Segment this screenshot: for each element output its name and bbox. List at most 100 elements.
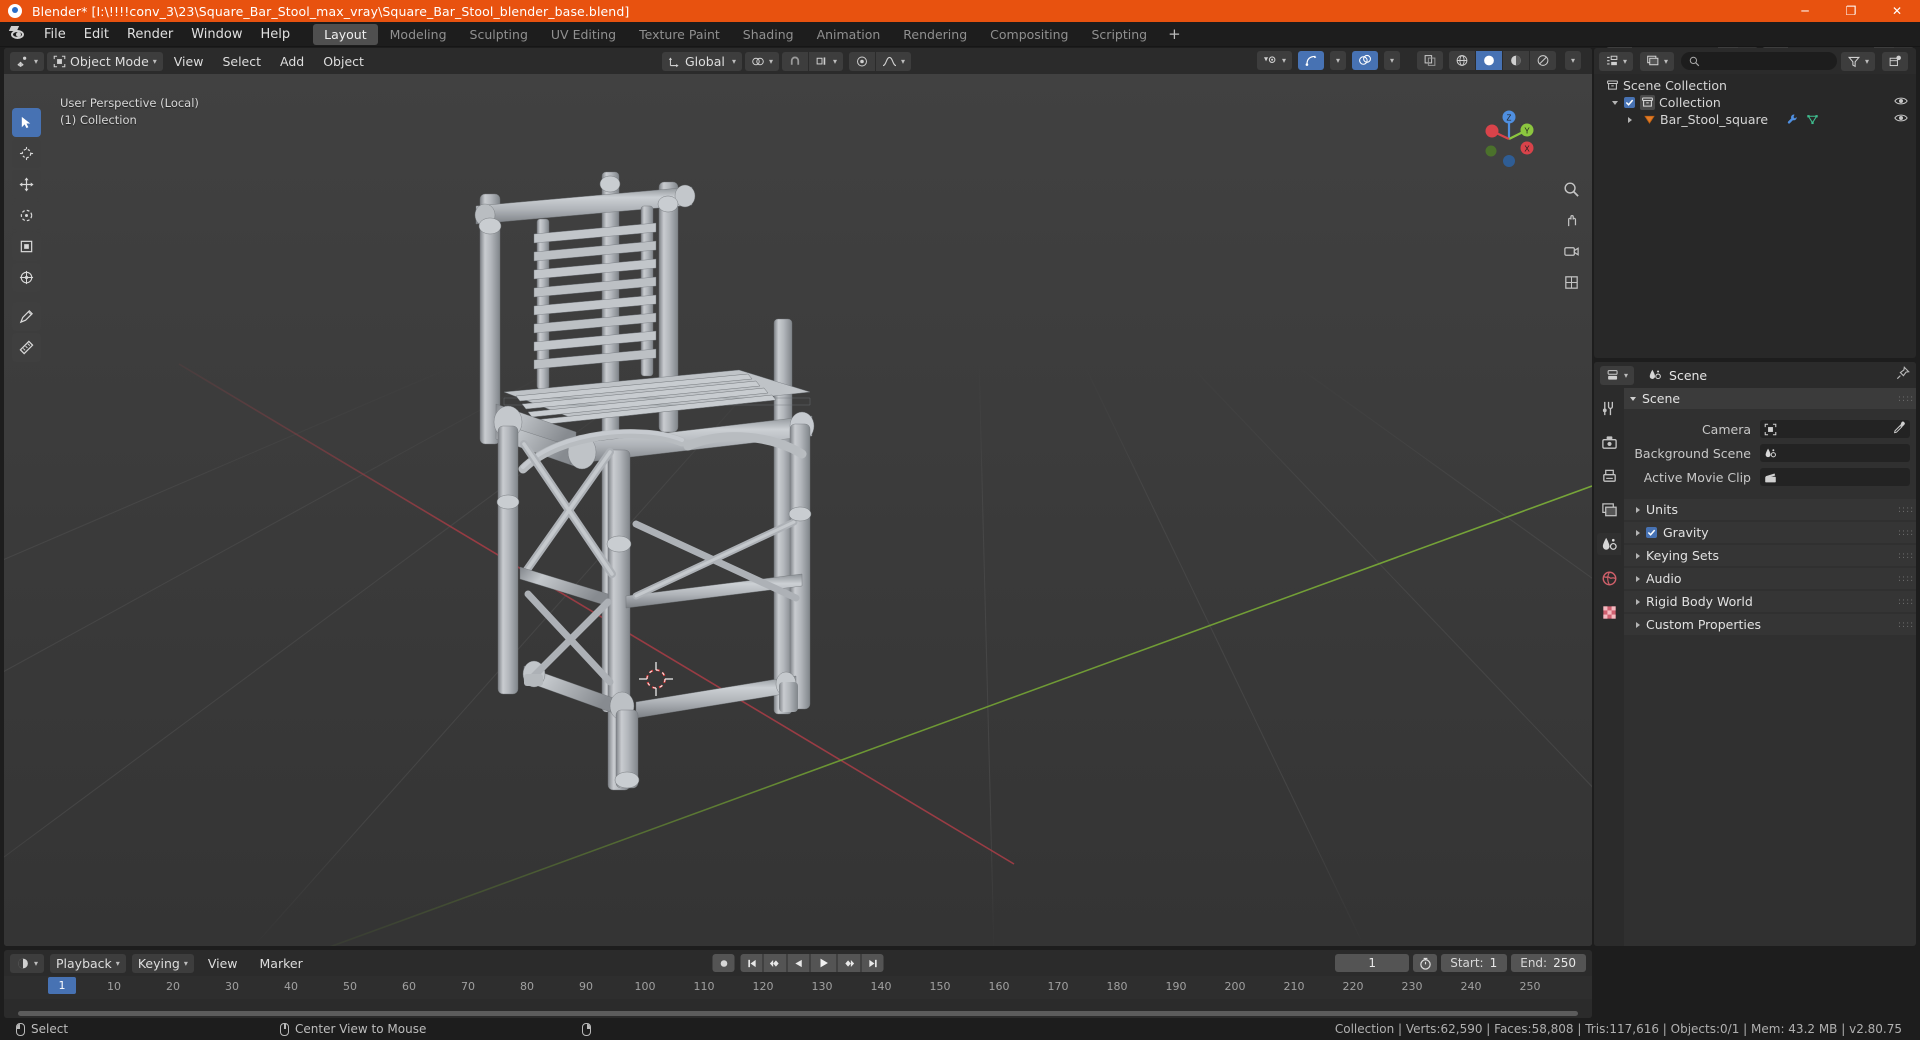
wireframe-shading-button[interactable] (1448, 51, 1475, 70)
snap-magnet-toggle[interactable] (782, 51, 809, 71)
tab-layout[interactable]: Layout (313, 23, 378, 45)
navigation-gizmo[interactable]: Z Y X (1478, 108, 1540, 170)
custom-properties-section-header[interactable]: Custom Properties :::: (1624, 614, 1916, 635)
tweak-select-tool[interactable] (12, 108, 41, 137)
start-frame-field[interactable]: Start: 1 (1441, 954, 1508, 972)
menu-edit[interactable]: Edit (75, 24, 118, 45)
properties-tab-world[interactable] (1597, 567, 1621, 589)
gravity-section-header[interactable]: Gravity :::: (1624, 522, 1916, 543)
properties-tab-scene[interactable] (1597, 533, 1621, 555)
jump-to-end-button[interactable] (861, 954, 884, 972)
scale-tool[interactable] (12, 232, 41, 261)
menu-render[interactable]: Render (118, 24, 182, 45)
show-gizmo-toggle[interactable] (1297, 51, 1324, 70)
annotate-tool[interactable] (12, 302, 41, 331)
use-preview-range-button[interactable] (1413, 954, 1438, 972)
rendered-shading-button[interactable] (1529, 51, 1556, 70)
tab-scripting[interactable]: Scripting (1081, 24, 1159, 45)
collection-visibility-eye-icon[interactable] (1894, 95, 1908, 110)
minimize-button[interactable]: ─ (1782, 0, 1828, 22)
record-keyframes-button[interactable] (712, 954, 735, 972)
timeline-marker-menu[interactable]: Marker (252, 954, 311, 973)
camera-eyedropper-icon[interactable] (1893, 421, 1906, 438)
snap-target-button[interactable]: ▾ (809, 51, 844, 71)
tab-modeling[interactable]: Modeling (379, 24, 458, 45)
move-view-icon[interactable] (1560, 209, 1582, 231)
pin-icon[interactable] (1896, 366, 1910, 384)
timeline-ruler[interactable]: 1 10 20 30 40 50 60 70 80 90 100 110 120… (4, 976, 1592, 999)
properties-editor-type-button[interactable]: ▾ (1600, 365, 1635, 385)
add-workspace-button[interactable]: + (1159, 24, 1190, 45)
tab-texture-paint[interactable]: Texture Paint (628, 24, 731, 45)
properties-tab-view-layer[interactable] (1597, 499, 1621, 521)
menu-file[interactable]: File (35, 24, 75, 45)
units-section-header[interactable]: Units :::: (1624, 499, 1916, 520)
toggle-orthographic-icon[interactable] (1560, 271, 1582, 293)
properties-tab-texture[interactable] (1597, 601, 1621, 623)
snap-pivot-button[interactable]: ▾ (745, 51, 780, 71)
current-frame-field[interactable]: 1 (1335, 954, 1410, 972)
outliner-new-collection-button[interactable] (1882, 51, 1908, 71)
audio-section-header[interactable]: Audio :::: (1624, 568, 1916, 589)
outliner-editor[interactable]: ▾ ▾ ▾ Scene Collection Collection Bar_St… (1594, 48, 1916, 358)
viewport-canvas[interactable]: User Perspective (Local) (1) Collection (4, 74, 1592, 946)
viewport-menu-view[interactable]: View (166, 52, 212, 71)
collection-enable-checkbox[interactable] (1624, 97, 1635, 108)
object-visibility-eye-icon[interactable] (1894, 112, 1908, 127)
properties-editor[interactable]: ▾ Scene Scene:::: Camera Background Sce… (1594, 362, 1916, 946)
visibility-selectability-button[interactable]: ▾ (1256, 51, 1292, 70)
outliner-search-input[interactable] (1681, 52, 1837, 70)
active-movie-clip-field[interactable] (1760, 468, 1910, 486)
object-expand-triangle-icon[interactable] (1628, 116, 1640, 123)
tab-uv-editing[interactable]: UV Editing (540, 24, 627, 45)
viewport-menu-select[interactable]: Select (214, 52, 269, 71)
interaction-mode-button[interactable]: Object Mode ▾ (47, 51, 163, 71)
menu-window[interactable]: Window (182, 24, 251, 45)
measure-tool[interactable] (12, 333, 41, 362)
proportional-falloff-button[interactable]: ▾ (876, 51, 912, 71)
outliner-row-scene-collection[interactable]: Scene Collection (1594, 77, 1916, 94)
play-reverse-button[interactable] (787, 954, 810, 972)
material-preview-shading-button[interactable] (1502, 51, 1529, 70)
timeline-playhead[interactable]: 1 (48, 977, 76, 994)
timeline-view-menu[interactable]: View (200, 954, 246, 973)
solid-shading-button[interactable] (1475, 51, 1502, 70)
outliner-row-bar-stool[interactable]: Bar_Stool_square (1594, 111, 1916, 128)
properties-tab-tool[interactable] (1597, 397, 1621, 419)
jump-to-next-keyframe-button[interactable] (837, 954, 861, 972)
properties-tab-render[interactable] (1597, 431, 1621, 453)
outliner-editor-type-button[interactable]: ▾ (1599, 51, 1634, 71)
timeline-horizontal-scrollbar[interactable] (18, 1011, 1578, 1016)
viewport-menu-add[interactable]: Add (272, 52, 312, 71)
zoom-view-icon[interactable] (1560, 178, 1582, 200)
gizmo-options-button[interactable]: ▾ (1329, 51, 1346, 70)
end-frame-field[interactable]: End: 250 (1511, 954, 1586, 972)
scene-panel-header[interactable]: Scene :::: (1624, 388, 1916, 409)
outliner-row-collection[interactable]: Collection (1594, 94, 1916, 111)
maximize-button[interactable]: ❐ (1828, 0, 1874, 22)
tab-rendering[interactable]: Rendering (892, 24, 978, 45)
shading-options-button[interactable]: ▾ (1564, 51, 1581, 70)
tab-animation[interactable]: Animation (806, 24, 892, 45)
tab-shading[interactable]: Shading (732, 24, 805, 45)
timeline-editor-type-button[interactable]: ▾ (10, 953, 45, 973)
cursor-tool[interactable] (12, 139, 41, 168)
overlay-options-button[interactable]: ▾ (1383, 51, 1400, 70)
keying-sets-section-header[interactable]: Keying Sets :::: (1624, 545, 1916, 566)
3d-viewport[interactable]: ▾ Object Mode ▾ View Select Add Object G… (4, 48, 1592, 946)
transform-orientation-button[interactable]: Global ▾ (662, 51, 742, 71)
timeline-editor[interactable]: ▾ Playback ▾ Keying ▾ View Marker 1 Star… (4, 950, 1592, 1018)
mesh-data-icon[interactable] (1806, 113, 1819, 126)
xray-toggle[interactable] (1416, 51, 1443, 70)
camera-view-icon[interactable] (1560, 240, 1582, 262)
properties-tab-output[interactable] (1597, 465, 1621, 487)
editor-type-button[interactable]: ▾ (10, 51, 45, 71)
tab-compositing[interactable]: Compositing (979, 24, 1079, 45)
show-overlays-toggle[interactable] (1351, 51, 1378, 70)
rotate-tool[interactable] (12, 201, 41, 230)
proportional-edit-toggle[interactable] (849, 51, 876, 71)
rigid-body-world-section-header[interactable]: Rigid Body World :::: (1624, 591, 1916, 612)
menu-help[interactable]: Help (252, 24, 300, 45)
tab-sculpting[interactable]: Sculpting (459, 24, 539, 45)
jump-to-start-button[interactable] (740, 954, 763, 972)
